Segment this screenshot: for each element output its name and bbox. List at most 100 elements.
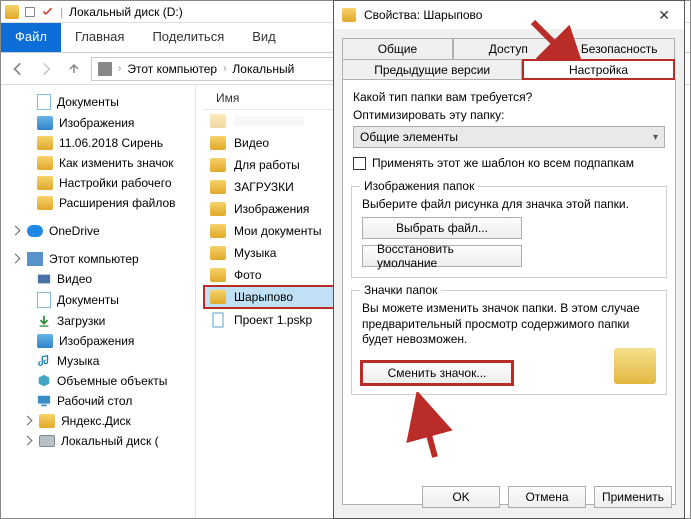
chevron-right-icon: ›: [118, 63, 121, 74]
tree-item-label: Расширения файлов: [59, 196, 176, 210]
tree-item-label: 11.06.2018 Сирень: [59, 136, 163, 150]
tree-item-label: Объемные объекты: [57, 374, 167, 388]
group-title: Значки папок: [360, 283, 441, 297]
list-item-label: Для работы: [234, 158, 300, 172]
dialog-buttons: OK Отмена Применить: [422, 486, 672, 508]
tab-strip: Общие Доступ Безопасность Предыдущие вер…: [334, 29, 684, 79]
tree-item-onedrive[interactable]: OneDrive: [5, 221, 191, 241]
tree-item[interactable]: Объемные объекты: [5, 371, 191, 391]
folder-icon: [39, 414, 55, 428]
pictures-icon: [37, 334, 53, 348]
tree-item[interactable]: Видео: [5, 269, 191, 289]
file-icon: [210, 312, 226, 328]
tree-item[interactable]: Документы: [5, 91, 191, 113]
folder-icon: [210, 136, 226, 150]
group-folder-pictures: Изображения папок Выберите файл рисунка …: [351, 186, 667, 278]
dialog-title: Свойства: Шарыпово: [364, 8, 482, 22]
window-title: Локальный диск (D:): [69, 5, 183, 19]
tree-item-label: Документы: [57, 293, 119, 307]
label-folder-type: Какой тип папки вам требуется?: [353, 90, 665, 104]
tree-item[interactable]: Как изменить значок: [5, 153, 191, 173]
tree-item[interactable]: Рабочий стол: [5, 391, 191, 411]
cube-icon: [37, 374, 51, 388]
tree-item-label: Яндекс.Диск: [61, 414, 131, 428]
tree-item[interactable]: Яндекс.Диск: [5, 411, 191, 431]
tree-item[interactable]: Музыка: [5, 351, 191, 371]
caret-icon: [23, 416, 33, 426]
tree-item-label: Документы: [57, 95, 119, 109]
properties-dialog: Свойства: Шарыпово ✕ Общие Доступ Безопа…: [333, 0, 685, 519]
quick-access-toolbar: |: [25, 5, 63, 19]
folder-icon: [210, 224, 226, 238]
cancel-button[interactable]: Отмена: [508, 486, 586, 508]
caret-icon: [11, 226, 21, 236]
group-folder-icons: Значки папок Вы можете изменить значок п…: [351, 290, 667, 395]
nav-forward-button[interactable]: [35, 58, 57, 80]
tree-item-label: Рабочий стол: [57, 394, 132, 408]
optimize-dropdown[interactable]: Общие элементы ▾: [353, 126, 665, 148]
tree-item[interactable]: Изображения: [5, 113, 191, 133]
breadcrumb-item[interactable]: Этот компьютер: [127, 62, 217, 76]
tree-item-label: Как изменить значок: [59, 156, 174, 170]
tree-item[interactable]: 11.06.2018 Сирень: [5, 133, 191, 153]
onedrive-icon: [27, 225, 43, 237]
tree-item[interactable]: Документы: [5, 289, 191, 311]
tree-item-label: Изображения: [59, 334, 134, 348]
tree-item-thispc[interactable]: Этот компьютер: [5, 249, 191, 269]
list-item-label: Проект 1.pskp: [234, 313, 312, 327]
video-icon: [37, 272, 51, 286]
apply-button[interactable]: Применить: [594, 486, 672, 508]
tree-item[interactable]: Изображения: [5, 331, 191, 351]
document-icon: [37, 292, 51, 308]
restore-default-button[interactable]: Восстановить умолчание: [362, 245, 522, 267]
tab-general[interactable]: Общие: [342, 38, 453, 59]
tree-item-label: Этот компьютер: [49, 252, 139, 266]
caret-icon: [11, 254, 21, 264]
list-item-label: Мои документы: [234, 224, 321, 238]
qat-item-icon[interactable]: [25, 7, 35, 17]
drive-icon: [39, 435, 55, 447]
nav-back-button[interactable]: [7, 58, 29, 80]
list-item-label: Фото: [234, 268, 262, 282]
ribbon-tab-view[interactable]: Вид: [238, 23, 290, 52]
tree-item[interactable]: Загрузки: [5, 311, 191, 331]
folder-icon: [210, 158, 226, 172]
choose-file-button[interactable]: Выбрать файл...: [362, 217, 522, 239]
tree-item-label: Музыка: [57, 354, 99, 368]
tree-item[interactable]: Расширения файлов: [5, 193, 191, 213]
tab-previous-versions[interactable]: Предыдущие версии: [342, 59, 522, 80]
breadcrumb-item[interactable]: Локальный: [232, 62, 294, 76]
group-title: Изображения папок: [360, 179, 478, 193]
folder-icon: [37, 196, 53, 210]
folder-icon: [210, 114, 226, 128]
ribbon-tab-home[interactable]: Главная: [61, 23, 138, 52]
folder-icon: [5, 5, 19, 19]
nav-up-button[interactable]: [63, 58, 85, 80]
tree-item-label: Изображения: [59, 116, 134, 130]
folder-icon: [210, 180, 226, 194]
folder-icon: [342, 8, 356, 22]
tab-sharing[interactable]: Доступ: [453, 38, 564, 59]
ribbon-tab-share[interactable]: Поделиться: [138, 23, 238, 52]
column-name[interactable]: Имя: [204, 91, 251, 105]
pictures-icon: [37, 116, 53, 130]
folder-icon: [210, 268, 226, 282]
checkbox-label: Применять этот же шаблон ко всем подпапк…: [372, 156, 634, 170]
qat-checkmark-icon[interactable]: [41, 5, 54, 18]
tree-item[interactable]: Локальный диск (: [5, 431, 191, 451]
tab-security[interactable]: Безопасность: [564, 38, 675, 59]
ribbon-file-tab[interactable]: Файл: [1, 23, 61, 52]
tab-customize[interactable]: Настройка: [522, 59, 674, 80]
change-icon-button[interactable]: Сменить значок...: [362, 362, 512, 384]
folder-icon: [210, 246, 226, 260]
tree-item-label: Локальный диск (: [61, 434, 159, 448]
folder-icon: [210, 290, 226, 304]
apply-subfolders-checkbox[interactable]: Применять этот же шаблон ко всем подпапк…: [353, 156, 665, 170]
nav-tree[interactable]: Документы Изображения 11.06.2018 Сирень …: [1, 85, 196, 518]
dialog-titlebar: Свойства: Шарыпово ✕: [334, 1, 684, 29]
ok-button[interactable]: OK: [422, 486, 500, 508]
tree-item[interactable]: Настройки рабочего: [5, 173, 191, 193]
close-button[interactable]: ✕: [652, 7, 676, 24]
list-item-label: Музыка: [234, 246, 276, 260]
folder-icon: [210, 202, 226, 216]
